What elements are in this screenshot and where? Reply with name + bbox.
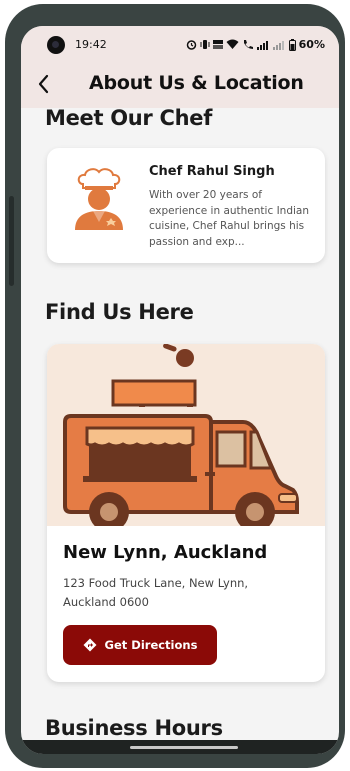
status-time: 19:42 [75,38,107,51]
get-directions-label: Get Directions [104,638,198,652]
alarm-icon [186,40,196,50]
chef-name: Chef Rahul Singh [149,164,275,179]
data-speed-icon [212,40,223,49]
battery-percent: 60% [298,38,325,51]
location-name: New Lynn, Auckland [63,542,268,563]
status-bar: 19:42 60% [21,34,339,58]
app-screen: Meet Our Chef Chef Rahul Singh With over… [21,26,339,754]
directions-icon [83,638,97,652]
status-icons: 60% [186,38,325,51]
food-truck-illustration [47,344,325,526]
battery-icon [288,38,296,51]
get-directions-button[interactable]: Get Directions [63,625,217,665]
call-icon [243,40,253,49]
vibrate-icon [200,40,210,49]
signal-icon [256,41,268,50]
side-button [9,196,14,286]
location-section-title: Find Us Here [45,300,194,324]
address-line-2: Auckland 0600 [63,595,149,609]
chef-section-title: Meet Our Chef [45,106,213,130]
phone-frame: Meet Our Chef Chef Rahul Singh With over… [5,4,345,768]
signal-2-icon [272,41,284,50]
system-nav-bar [21,740,339,754]
app-bar: 19:42 60% About Us & Location [21,26,339,108]
business-hours-title: Business Hours [45,716,223,740]
home-indicator[interactable] [130,746,238,749]
chef-avatar-icon [75,168,123,230]
location-card: New Lynn, Auckland 123 Food Truck Lane, … [47,344,325,682]
chef-bio: With over 20 years of experience in auth… [149,189,309,248]
chef-card: Chef Rahul Singh With over 20 years of e… [47,148,325,263]
wifi-icon [226,39,239,49]
address-line-1: 123 Food Truck Lane, New Lynn, [63,576,249,590]
front-camera [47,36,65,54]
back-icon[interactable] [33,72,57,96]
page-title: About Us & Location [89,72,304,94]
scroll-content[interactable]: Meet Our Chef Chef Rahul Singh With over… [21,26,339,754]
